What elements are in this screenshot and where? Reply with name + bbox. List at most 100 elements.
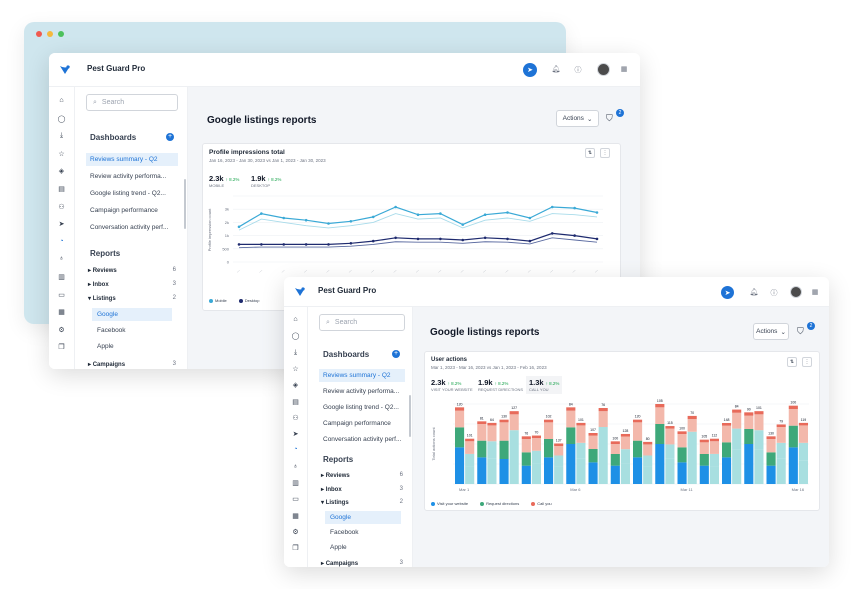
bar-segment	[620, 433, 630, 437]
sidebar-dashboard-item[interactable]: Conversation activity perf...	[319, 433, 405, 446]
add-dashboard-button[interactable]: +	[166, 133, 174, 141]
bell-icon[interactable]: 🔔︎	[551, 65, 561, 73]
sidebar-dashboard-item[interactable]: Reviews summary - Q2	[319, 369, 405, 382]
actions-dropdown[interactable]: Actions ⌄	[556, 110, 599, 127]
bar-segment	[788, 447, 798, 484]
y-tick-label: 1k	[225, 233, 229, 238]
sidebar-report-campaigns[interactable]: ▸ Campaigns 3	[321, 560, 403, 567]
chart-settings-button[interactable]: ⇅	[787, 357, 797, 367]
sidebar-report-reviews[interactable]: ▸ Reviews 6	[321, 472, 403, 479]
chat-icon[interactable]: ◯	[284, 332, 307, 340]
sidebar-dashboard-item[interactable]: Reviews summary - Q2	[86, 153, 178, 166]
bar-segment	[655, 424, 665, 444]
send-button[interactable]: ➤	[721, 286, 734, 299]
chart-date-range: Jan 16, 2023 - Jan 30, 2023 vs Jan 1, 20…	[209, 158, 326, 163]
star-icon[interactable]: ☆	[49, 150, 74, 158]
send-icon[interactable]: ➤	[49, 220, 74, 228]
chart-more-button[interactable]: ⋮	[802, 357, 812, 367]
add-dashboard-button[interactable]: +	[392, 350, 400, 358]
sidebar-dashboard-item[interactable]: Review activity performa...	[319, 385, 405, 398]
avatar[interactable]	[597, 63, 610, 76]
data-point	[506, 237, 509, 241]
home-icon[interactable]: ⌂	[284, 316, 307, 323]
bar-segment	[798, 425, 808, 443]
x-tick-label: —	[236, 268, 242, 274]
pie-icon[interactable]: ◔	[49, 238, 74, 245]
bar-segment	[776, 442, 786, 459]
chart-settings-button[interactable]: ⇅	[585, 148, 595, 158]
actions-dropdown[interactable]: Actions ⌄	[753, 323, 789, 340]
close-dot[interactable]	[36, 31, 42, 37]
download-icon[interactable]: ⤓	[284, 349, 307, 357]
help-icon[interactable]: ⓘ	[769, 288, 779, 298]
sidebar-listing-apple[interactable]: Apple	[325, 541, 401, 554]
filter-icon[interactable]: ⛉	[606, 113, 613, 124]
document-icon[interactable]: ▤	[284, 398, 307, 406]
diamond-icon[interactable]: ◈	[49, 167, 74, 175]
bar-segment	[776, 427, 786, 443]
chart-date-range: Mar 1, 2023 - Mar 16, 2023 vs Jan 1, 202…	[431, 365, 547, 370]
apps-icon[interactable]: ▦	[619, 65, 629, 73]
bulb-icon[interactable]: ♁	[284, 463, 307, 470]
sidebar-dashboard-item[interactable]: Campaign performance	[319, 417, 405, 430]
sidebar-report-campaigns[interactable]: ▸ Campaigns 3	[88, 361, 176, 368]
document-icon[interactable]: ▤	[49, 185, 74, 193]
search-input[interactable]: ⌕ Search	[319, 314, 405, 331]
bar-total-label: 84	[735, 405, 739, 409]
sidebar-report-listings[interactable]: ▾ Listings 2	[88, 295, 176, 302]
sidebar-report-inbox[interactable]: ▸ Inbox 3	[88, 281, 176, 288]
sidebar-dashboard-item[interactable]: Google listing trend - Q2...	[86, 187, 178, 200]
people-icon[interactable]: ⚇	[49, 203, 74, 211]
chart-more-button[interactable]: ⋮	[600, 148, 610, 158]
sidebar-listing-facebook[interactable]: Facebook	[325, 526, 401, 539]
bar-segment	[499, 419, 509, 423]
sidebar-dashboard-item[interactable]: Campaign performance	[86, 204, 178, 217]
maximize-dot[interactable]	[58, 31, 64, 37]
bell-icon[interactable]: 🔔︎	[749, 288, 759, 296]
apps-icon[interactable]: ▦	[810, 288, 820, 296]
sidebar-report-reviews[interactable]: ▸ Reviews 6	[88, 267, 176, 274]
sidebar-scrollbar[interactable]	[409, 395, 411, 437]
settings-icon[interactable]: ⚙	[284, 528, 307, 536]
grid-icon[interactable]: ▦	[284, 512, 307, 520]
avatar[interactable]	[790, 286, 802, 298]
sidebar-listing-apple[interactable]: Apple	[92, 340, 172, 353]
sidebar-listing-google[interactable]: Google	[92, 308, 172, 321]
sidebar-dashboard-item[interactable]: Review activity performa...	[86, 170, 178, 183]
sidebar-listing-google[interactable]: Google	[325, 511, 401, 524]
sidebar-dashboard-item[interactable]: Google listing trend - Q2...	[319, 401, 405, 414]
sidebar-dashboard-item[interactable]: Conversation activity perf...	[86, 221, 178, 234]
sidebar-report-inbox[interactable]: ▸ Inbox 3	[321, 486, 403, 493]
sidebar-report-listings[interactable]: ▾ Listings 2	[321, 499, 403, 506]
download-icon[interactable]: ⤓	[49, 132, 74, 140]
pie-icon[interactable]: ◔	[284, 446, 307, 453]
people-icon[interactable]: ⚇	[284, 414, 307, 422]
bar-chart-icon[interactable]: ▥	[284, 479, 307, 487]
bulb-icon[interactable]: ♁	[49, 255, 74, 262]
app-title: Pest Guard Pro	[87, 64, 146, 73]
grid-icon[interactable]: ▦	[49, 308, 74, 316]
x-tick-label: —	[325, 268, 331, 274]
send-icon[interactable]: ➤	[284, 430, 307, 438]
copy-icon[interactable]: ❐	[49, 343, 74, 351]
card-icon[interactable]: ▭	[284, 495, 307, 503]
search-placeholder: Search	[334, 319, 358, 326]
minimize-dot[interactable]	[47, 31, 53, 37]
chat-icon[interactable]: ◯	[49, 115, 74, 123]
search-input[interactable]: ⌕ Search	[86, 94, 178, 111]
sidebar-scrollbar[interactable]	[184, 179, 186, 229]
star-icon[interactable]: ☆	[284, 365, 307, 373]
user-actions-card: User actions Mar 1, 2023 - Mar 16, 2023 …	[424, 351, 820, 511]
help-icon[interactable]: ⓘ	[573, 65, 583, 75]
card-icon[interactable]: ▭	[49, 291, 74, 299]
sidebar-listing-facebook[interactable]: Facebook	[92, 324, 172, 337]
send-button[interactable]: ➤	[523, 63, 537, 77]
dashboards-heading: Dashboards	[90, 133, 137, 142]
bar-segment	[798, 422, 808, 426]
filter-icon[interactable]: ⛉	[797, 326, 804, 337]
copy-icon[interactable]: ❐	[284, 544, 307, 552]
home-icon[interactable]: ⌂	[49, 97, 74, 104]
diamond-icon[interactable]: ◈	[284, 381, 307, 389]
bar-chart-icon[interactable]: ▥	[49, 273, 74, 281]
settings-icon[interactable]: ⚙	[49, 326, 74, 334]
